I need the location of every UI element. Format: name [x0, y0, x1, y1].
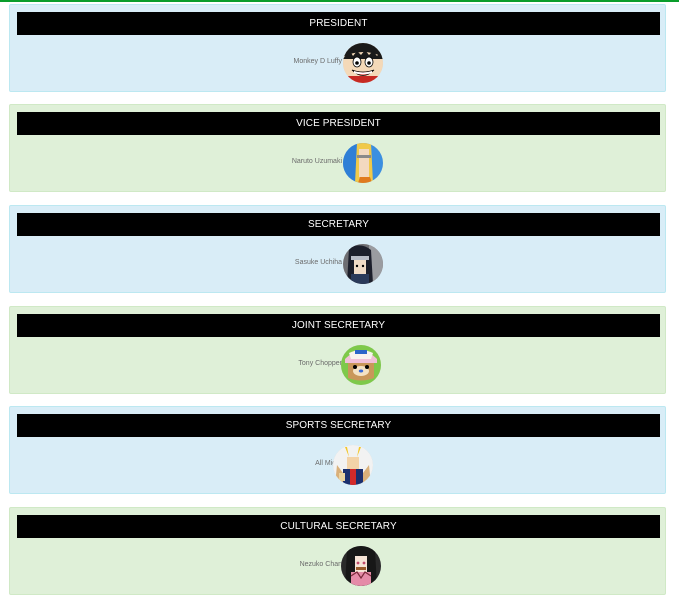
member-name: Naruto Uzumaki	[291, 158, 342, 165]
luffy-avatar-icon	[343, 43, 383, 83]
member-row: All Might	[10, 445, 665, 487]
position-card-vice-president: VICE PRESIDENT Naruto Uzumaki	[9, 104, 666, 192]
position-title: VICE PRESIDENT	[17, 112, 660, 135]
position-card-president: PRESIDENT Monkey D Luffy	[9, 4, 666, 92]
position-title: JOINT SECRETARY	[17, 314, 660, 337]
member-name: Monkey D Luffy	[293, 58, 342, 65]
member-row: Monkey D Luffy	[10, 43, 665, 85]
naruto-avatar-icon	[343, 143, 383, 183]
member-name: Nezuko Chan	[299, 561, 342, 568]
position-card-sports-secretary: SPORTS SECRETARY All Might	[9, 406, 666, 494]
chopper-avatar-icon	[341, 345, 381, 385]
position-title: SPORTS SECRETARY	[17, 414, 660, 437]
position-card-cultural-secretary: CULTURAL SECRETARY Nezuko Chan	[9, 507, 666, 595]
top-accent-bar	[0, 0, 679, 2]
nezuko-avatar-icon	[341, 546, 381, 586]
sasuke-avatar-icon	[343, 244, 383, 284]
member-name: Tony Chopper	[298, 360, 342, 367]
position-card-secretary: SECRETARY Sasuke Uchiha	[9, 205, 666, 293]
position-title: PRESIDENT	[17, 12, 660, 35]
position-title: SECRETARY	[17, 213, 660, 236]
member-row: Sasuke Uchiha	[10, 244, 665, 286]
member-row: Tony Chopper	[10, 345, 665, 387]
member-row: Nezuko Chan	[10, 546, 665, 588]
position-card-joint-secretary: JOINT SECRETARY Tony Chopper	[9, 306, 666, 394]
position-title: CULTURAL SECRETARY	[17, 515, 660, 538]
member-row: Naruto Uzumaki	[10, 143, 665, 185]
member-name: Sasuke Uchiha	[294, 259, 342, 266]
all-might-avatar-icon	[333, 445, 373, 485]
